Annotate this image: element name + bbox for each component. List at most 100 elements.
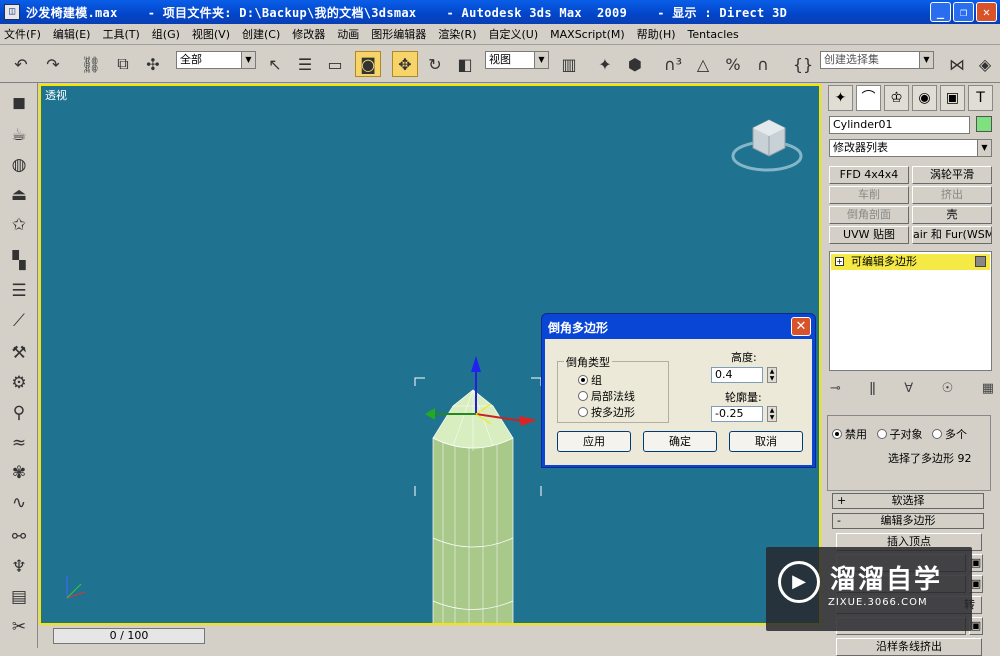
menu-graph-editors[interactable]: 图形编辑器 [371, 26, 426, 42]
checker-icon[interactable]: ▚ [7, 249, 31, 273]
spinner-snap-icon[interactable]: ∩ [750, 51, 776, 77]
close-button[interactable]: ✕ [976, 2, 997, 22]
move-gizmo[interactable] [425, 356, 537, 426]
menu-customize[interactable]: 自定义(U) [489, 26, 539, 42]
percent-snap-icon[interactable]: % [720, 51, 746, 77]
teapot-icon[interactable]: ☕ [7, 123, 31, 147]
time-slider[interactable]: 0 / 100 [53, 628, 205, 644]
menu-animation[interactable]: 动画 [337, 26, 359, 42]
radio-local-normal[interactable] [578, 391, 588, 401]
reference-coord-dropdown[interactable]: 视图 ▼ [485, 51, 549, 69]
star-icon[interactable]: ✩ [7, 213, 31, 237]
chain-icon[interactable]: ⚯ [7, 525, 31, 549]
edit-named-selection-icon[interactable]: {} [790, 51, 816, 77]
app-icon[interactable]: ◫ [4, 4, 20, 20]
show-end-result-icon[interactable]: ǁ [869, 381, 875, 401]
hammer-icon[interactable]: ⚒ [7, 341, 31, 365]
wrench-icon[interactable]: ⚲ [7, 401, 31, 425]
bone-icon[interactable]: ♆ [7, 555, 31, 579]
height-input[interactable]: 0.4 [711, 367, 763, 383]
option-by-polygon[interactable]: 按多边形 [578, 404, 635, 420]
menu-modifiers[interactable]: 修改器 [292, 26, 325, 42]
redo-icon[interactable]: ↷ [40, 51, 66, 77]
align-icon[interactable]: ◈ [972, 51, 998, 77]
modifier-lathe-button[interactable]: 车削 [829, 186, 909, 204]
minimize-button[interactable]: _ [930, 2, 951, 22]
cylinder-object[interactable] [432, 389, 514, 623]
edit-polygons-rollout[interactable]: - 编辑多边形 [832, 513, 984, 529]
sphere-icon[interactable]: ◍ [7, 153, 31, 177]
make-unique-icon[interactable]: ∀ [904, 381, 913, 401]
wind-icon[interactable]: ≈ [7, 431, 31, 455]
modifier-ffd-button[interactable]: FFD 4x4x4 [829, 166, 909, 184]
keyboard-shortcut-icon[interactable]: ⬢ [622, 51, 648, 77]
utilities-tab-icon[interactable]: T [968, 85, 993, 111]
rectangular-selection-icon[interactable]: ▭ [322, 51, 348, 77]
object-color-swatch[interactable] [976, 116, 992, 132]
modifier-bevel-profile-button[interactable]: 倒角剖面 [829, 206, 909, 224]
gear-icon[interactable]: ⚙ [7, 371, 31, 395]
toggle-box-icon[interactable] [975, 256, 986, 267]
unlink-icon[interactable]: ⧉ [110, 51, 136, 77]
mirror-icon[interactable]: ⋈ [944, 51, 970, 77]
angle-snap-icon[interactable]: △ [690, 51, 716, 77]
display-tab-icon[interactable]: ▣ [940, 85, 965, 111]
create-tab-icon[interactable]: ✦ [828, 85, 853, 111]
motion-tab-icon[interactable]: ◉ [912, 85, 937, 111]
select-and-rotate-icon[interactable]: ↻ [422, 51, 448, 77]
pin-stack-icon[interactable]: ⊸ [830, 381, 841, 401]
remove-modifier-icon[interactable]: ☉ [942, 381, 954, 401]
extrude-along-spline-button[interactable]: 沿样条线挤出 [836, 638, 982, 656]
maximize-button[interactable]: ❐ [953, 2, 974, 22]
box-icon[interactable]: ◼ [7, 91, 31, 115]
modifier-extrude-button[interactable]: 挤出 [912, 186, 992, 204]
radio-group[interactable] [578, 375, 588, 385]
modifier-uvw-map-button[interactable]: UVW 贴图 [829, 226, 909, 244]
menu-group[interactable]: 组(G) [152, 26, 180, 42]
height-spinner[interactable]: ▲ ▼ [767, 367, 777, 383]
radio-disable[interactable] [832, 429, 842, 439]
cloth-icon[interactable]: ▤ [7, 585, 31, 609]
undo-icon[interactable]: ↶ [8, 51, 34, 77]
select-object-icon[interactable]: ↖ [262, 51, 288, 77]
menu-view[interactable]: 视图(V) [192, 26, 230, 42]
outline-spinner[interactable]: ▲ ▼ [767, 406, 777, 422]
pivot-center-icon[interactable]: ▥ [556, 51, 582, 77]
named-selection-dropdown[interactable]: 创建选择集 ▼ [820, 51, 934, 69]
stack-item-editable-poly[interactable]: + 可编辑多边形 [831, 254, 990, 270]
apply-button[interactable]: 应用 [557, 431, 631, 452]
particle-icon[interactable]: ✾ [7, 461, 31, 485]
tube-icon[interactable]: ⟋ [7, 309, 31, 333]
cylinder-icon[interactable]: ☰ [7, 279, 31, 303]
select-and-move-icon[interactable]: ✥ [392, 51, 418, 77]
menu-create[interactable]: 创建(C) [242, 26, 280, 42]
menu-tentacles[interactable]: Tentacles [688, 28, 739, 41]
dialog-close-button[interactable]: ✕ [791, 317, 811, 336]
option-local-normal[interactable]: 局部法线 [578, 388, 635, 404]
bind-space-warp-icon[interactable]: ✣ [140, 51, 166, 77]
object-name-field[interactable]: Cylinder01 [829, 116, 970, 134]
radio-subobject[interactable] [876, 429, 887, 439]
menu-help[interactable]: 帮助(H) [637, 26, 676, 42]
link-icon[interactable]: ⛓ [78, 51, 104, 77]
radio-by-polygon[interactable] [578, 407, 588, 417]
window-crossing-icon[interactable]: ◙ [355, 51, 381, 77]
menu-file[interactable]: 文件(F) [4, 26, 41, 42]
option-group[interactable]: 组 [578, 372, 602, 388]
modifier-turbosmooth-button[interactable]: 涡轮平滑 [912, 166, 992, 184]
select-by-name-icon[interactable]: ☰ [292, 51, 318, 77]
wave-icon[interactable]: ∿ [7, 491, 31, 515]
soft-selection-rollout[interactable]: + 软选择 [832, 493, 984, 509]
menu-maxscript[interactable]: MAXScript(M) [550, 28, 625, 41]
cancel-button[interactable]: 取消 [729, 431, 803, 452]
hair-icon[interactable]: ✂ [7, 615, 31, 639]
menu-tools[interactable]: 工具(T) [102, 26, 139, 42]
viewcube-icon[interactable] [731, 119, 803, 172]
menu-edit[interactable]: 编辑(E) [53, 26, 91, 42]
select-and-scale-icon[interactable]: ◧ [452, 51, 478, 77]
manipulate-icon[interactable]: ✦ [592, 51, 618, 77]
selection-filter-dropdown[interactable]: 全部 ▼ [176, 51, 256, 69]
expand-icon[interactable]: + [835, 257, 844, 266]
outline-input[interactable]: -0.25 [711, 406, 763, 422]
modifier-list-dropdown[interactable]: 修改器列表 ▼ [829, 139, 992, 157]
